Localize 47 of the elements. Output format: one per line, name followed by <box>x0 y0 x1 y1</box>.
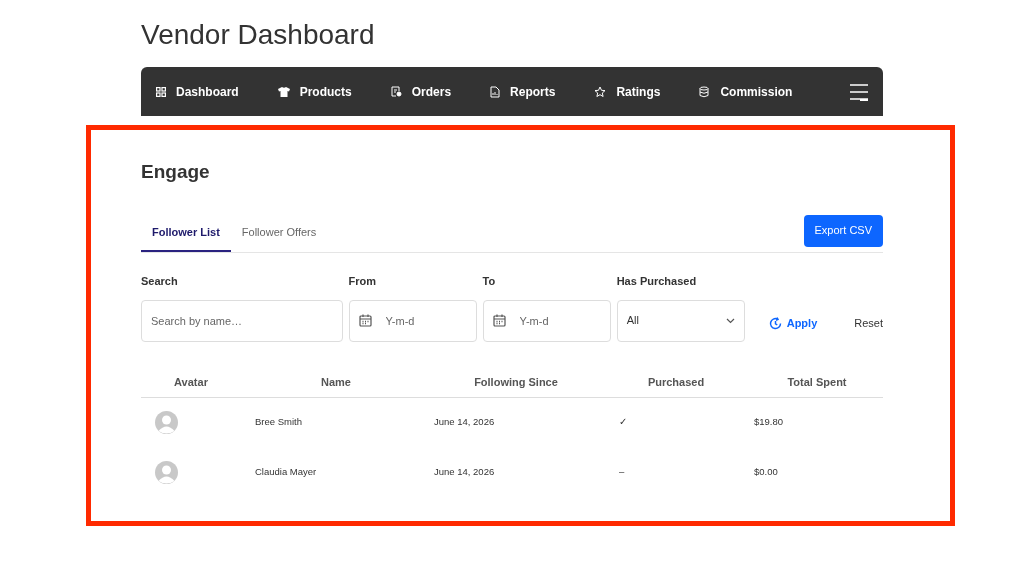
nav-item[interactable]: Ratings <box>594 82 661 101</box>
chevron-down-icon <box>725 317 735 324</box>
field-label: Has Purchased <box>616 273 698 289</box>
field-label: From <box>348 273 377 289</box>
calendar-icon <box>358 313 372 327</box>
export-csv-button[interactable]: Export CSV <box>803 214 883 247</box>
section-title: Engage <box>141 161 210 182</box>
table-cell: Claudia Mayer <box>255 466 317 478</box>
date-field[interactable]: Y-m-d <box>348 299 477 342</box>
refresh-icon <box>768 316 782 330</box>
table-cell: $19.80 <box>754 416 784 428</box>
table-cell: $0.00 <box>754 466 778 478</box>
nav-item[interactable]: Commission <box>699 82 793 101</box>
table-cell: – <box>619 466 625 478</box>
purchased-dropdown[interactable]: All <box>616 299 745 342</box>
apply-button[interactable]: Apply <box>768 315 818 332</box>
avatar-icon <box>155 411 178 434</box>
tab[interactable]: Follower List <box>141 224 231 252</box>
star-icon <box>594 85 607 98</box>
document-icon <box>390 86 402 97</box>
nav-item[interactable]: Dashboard <box>156 82 239 101</box>
column-header: Total Spent <box>787 376 847 388</box>
menu-icon[interactable] <box>850 82 868 101</box>
grid-icon <box>156 86 166 97</box>
tab[interactable]: Follower Offers <box>230 224 328 252</box>
document-icon <box>490 85 501 98</box>
column-header: Following Since <box>474 376 558 388</box>
avatar-icon <box>155 461 178 484</box>
column-header: Purchased <box>647 376 705 388</box>
search-field[interactable]: Search by name… <box>141 299 343 342</box>
page-title: Vendor Dashboard <box>141 19 375 50</box>
table-cell: Bree Smith <box>255 416 302 428</box>
table-cell: June 14, 2026 <box>434 416 495 428</box>
database-icon <box>699 85 711 98</box>
calendar-icon <box>492 313 506 327</box>
reset-button[interactable]: Reset <box>854 315 883 332</box>
shirt-icon <box>277 86 290 97</box>
nav-item[interactable]: Orders <box>390 82 452 101</box>
date-field[interactable]: Y-m-d <box>482 299 611 342</box>
field-label: Search <box>141 273 179 289</box>
table-cell: ✓ <box>619 416 627 428</box>
column-header: Name <box>321 376 351 388</box>
nav-item[interactable]: Reports <box>490 82 556 101</box>
column-header: Avatar <box>174 376 208 388</box>
table-cell: June 14, 2026 <box>434 466 495 478</box>
field-label: To <box>482 273 497 289</box>
nav-item[interactable]: Products <box>277 82 352 101</box>
